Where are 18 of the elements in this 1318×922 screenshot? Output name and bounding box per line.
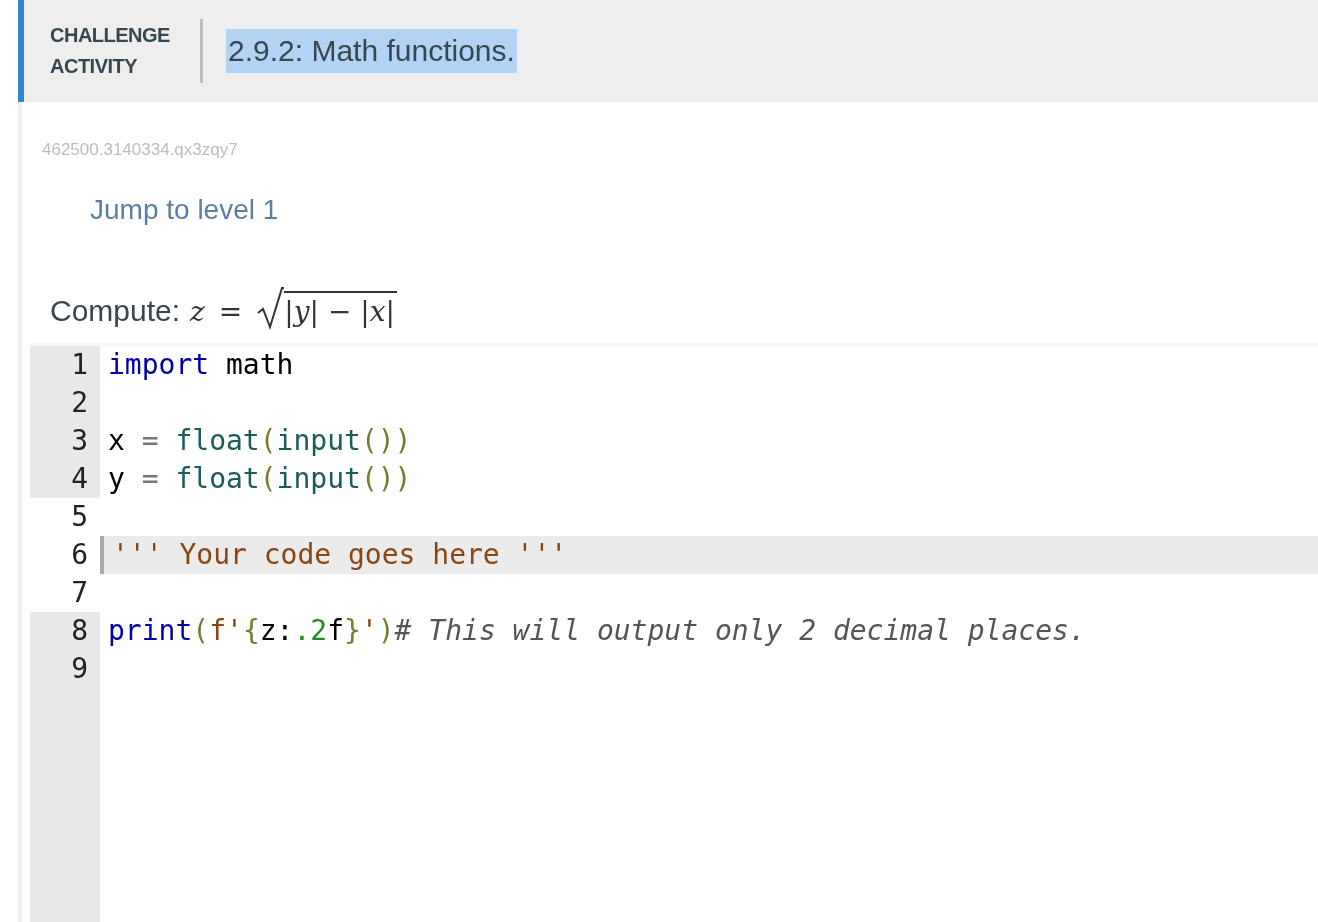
code-editor[interactable]: 1 import math 2 3 x = float(input()) 4 y = float(input()) 5 6 ''' Your code goes here ''' 7 8 print(f'{z:.2f}')# This will output only 2 decimal places. 9 [30, 342, 1318, 922]
jump-to-level-link[interactable]: Jump to level 1 [90, 188, 279, 231]
activity-id: 462500.3140334.qx3zqy7 [42, 139, 238, 161]
activity-type-label: CHALLENGE ACTIVITY [50, 23, 171, 79]
line-number: 6 [30, 535, 100, 574]
square-root-sign [256, 286, 285, 331]
code-line: x = float(input()) [108, 422, 412, 459]
math-equals: = [218, 293, 243, 330]
activity-title: 2.9.2: Math functions. [226, 29, 517, 73]
math-variable: z [190, 293, 205, 330]
code-line: import math [108, 346, 294, 383]
line-number: 5 [30, 497, 100, 536]
code-line: ''' Your code goes here ''' [112, 536, 568, 573]
math-radicand: |y| − |x| [284, 290, 397, 331]
prompt-label: Compute: [50, 292, 181, 329]
line-number: 7 [30, 573, 100, 612]
code-line: print(f'{z:.2f}')# This will output only 2 decimal places. [108, 612, 1086, 649]
code-line: y = float(input()) [108, 460, 412, 497]
